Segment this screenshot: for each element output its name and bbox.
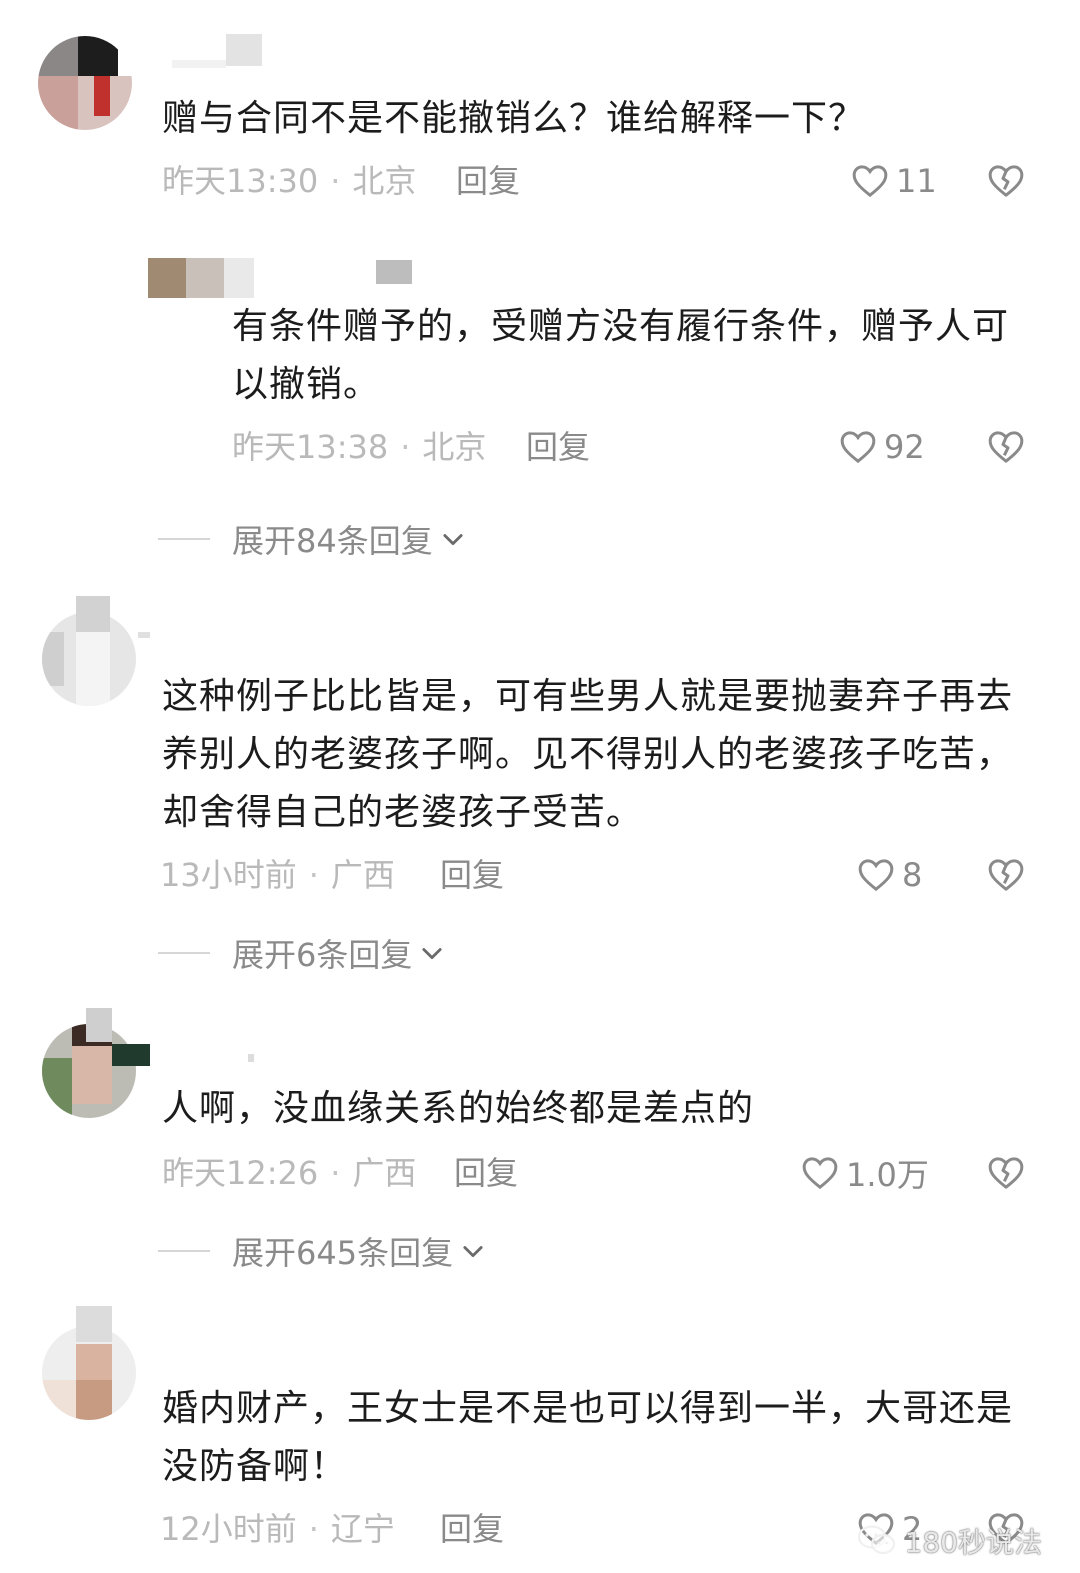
meta-separator: ·	[400, 428, 411, 466]
broken-heart-icon[interactable]	[986, 1153, 1026, 1193]
wechat-icon	[857, 1525, 895, 1555]
like-button[interactable]: 8	[856, 852, 922, 898]
watermark-text: 180秒说法	[904, 1526, 1042, 1559]
like-button[interactable]: 1.0万	[800, 1150, 929, 1196]
expand-replies-button[interactable]: 展开645条回复	[158, 1228, 487, 1274]
username-blurred[interactable]	[76, 596, 152, 638]
divider-line	[158, 538, 210, 540]
reply-avatar-blurred[interactable]	[148, 238, 412, 300]
reply-button[interactable]: 回复	[454, 1150, 518, 1196]
expand-label: 展开645条回复	[232, 1234, 454, 1272]
like-button[interactable]: 11	[850, 158, 937, 204]
reply-button[interactable]: 回复	[440, 1506, 504, 1552]
meta-separator: ·	[330, 1154, 341, 1192]
reply-button[interactable]: 回复	[456, 158, 520, 204]
heart-outline-icon	[802, 1157, 838, 1190]
username-blurred[interactable]	[86, 1008, 256, 1066]
divider-line	[158, 952, 210, 954]
avatar[interactable]	[38, 36, 132, 130]
like-count: 8	[902, 856, 923, 894]
reply-button[interactable]: 回复	[440, 852, 504, 898]
broken-heart-icon[interactable]	[986, 855, 1026, 895]
comment-meta: 昨天12:26 · 广西	[162, 1150, 416, 1196]
username-blurred[interactable]	[172, 34, 264, 70]
like-count: 1.0万	[846, 1156, 929, 1194]
chevron-down-icon	[422, 948, 442, 960]
username-blurred[interactable]	[76, 1306, 116, 1346]
expand-label: 展开6条回复	[232, 936, 413, 974]
heart-outline-icon	[840, 431, 876, 464]
comment-text: 婚内财产，王女士是不是也可以得到一半，大哥还是没防备啊！	[162, 1388, 1014, 1487]
comment-text: 赠与合同不是不能撤销么？谁给解释一下？	[162, 98, 866, 139]
divider-line	[158, 1250, 210, 1252]
comment-meta: 13小时前 · 广西	[160, 852, 395, 898]
heart-outline-icon	[852, 165, 888, 198]
comment-meta: 昨天13:30 · 北京	[162, 158, 416, 204]
like-count: 11	[896, 162, 937, 200]
broken-heart-icon[interactable]	[986, 161, 1026, 201]
expand-replies-button[interactable]: 展开84条回复	[158, 516, 467, 562]
reply-meta: 昨天13:38 · 北京	[232, 424, 486, 470]
comment-location: 北京	[352, 162, 417, 200]
comment-location: 广西	[330, 856, 395, 894]
comment-meta: 12小时前 · 辽宁	[160, 1506, 395, 1552]
comment-time: 13小时前	[160, 856, 297, 894]
comment-time: 昨天13:30	[162, 162, 319, 200]
reply-location: 北京	[422, 428, 487, 466]
reply-button[interactable]: 回复	[526, 424, 590, 470]
comment-location: 广西	[352, 1154, 417, 1192]
chevron-down-icon	[443, 534, 463, 546]
meta-separator: ·	[308, 856, 319, 894]
heart-outline-icon	[858, 859, 894, 892]
reply-text: 有条件赠予的，受赠方没有履行条件，赠予人可以撤销。	[232, 306, 1010, 405]
meta-separator: ·	[330, 162, 341, 200]
like-button[interactable]: 92	[838, 424, 925, 470]
comment-time: 12小时前	[160, 1510, 297, 1548]
comment-time: 昨天12:26	[162, 1154, 319, 1192]
expand-label: 展开84条回复	[232, 522, 433, 560]
watermark: 180秒说法	[857, 1519, 1042, 1563]
reply-time: 昨天13:38	[232, 428, 389, 466]
comment-text: 人啊，没血缘关系的始终都是差点的	[162, 1088, 755, 1129]
like-count: 92	[884, 428, 925, 466]
meta-separator: ·	[308, 1510, 319, 1548]
comment-location: 辽宁	[330, 1510, 395, 1548]
chevron-down-icon	[463, 1246, 483, 1258]
broken-heart-icon[interactable]	[986, 427, 1026, 467]
comment-text: 这种例子比比皆是，可有些男人就是要抛妻弃子再去养别人的老婆孩子啊。见不得别人的老…	[162, 676, 1014, 833]
expand-replies-button[interactable]: 展开6条回复	[158, 930, 446, 976]
